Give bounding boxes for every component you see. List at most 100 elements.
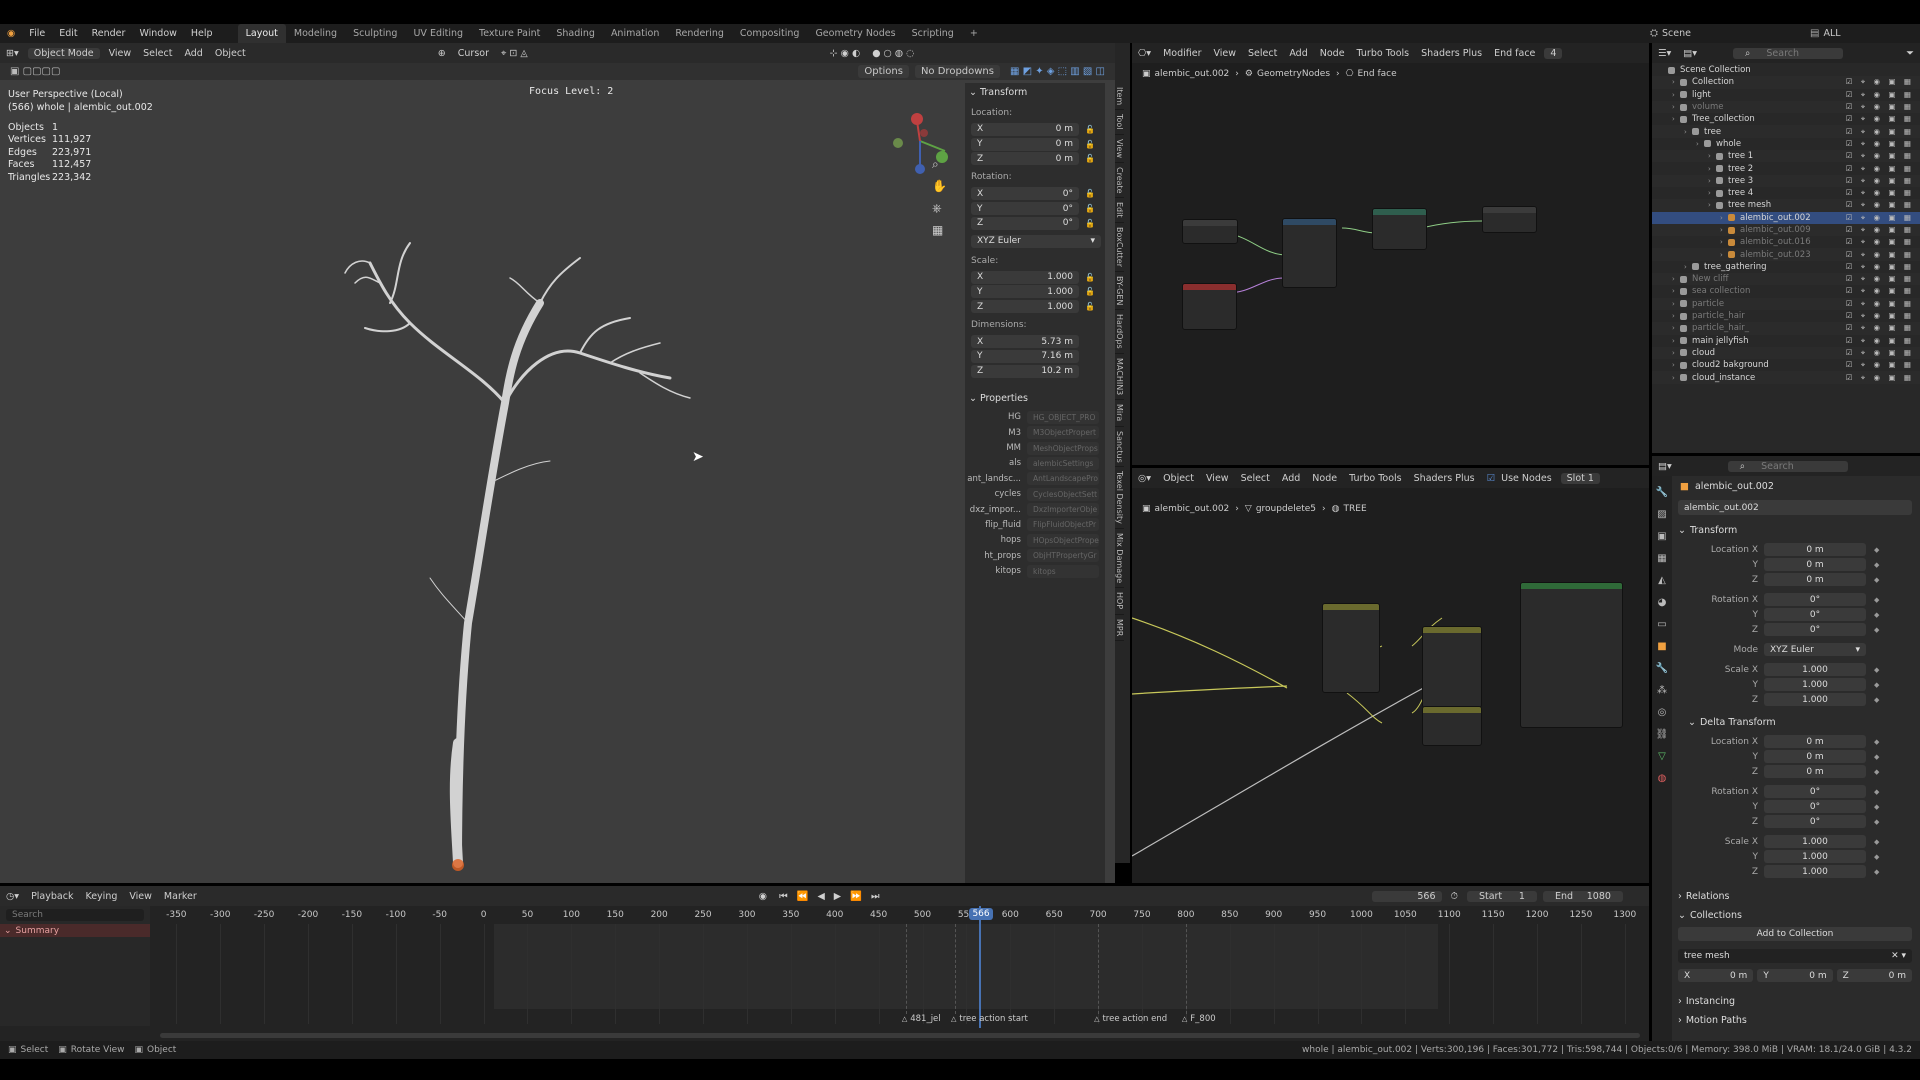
viewport-menu-object[interactable]: Object (209, 48, 252, 59)
outliner-type-icon[interactable]: ☰▾ (1652, 48, 1677, 59)
lock-icon[interactable]: 🔓 (1085, 287, 1095, 296)
n-dim-field-y[interactable]: Y 7.16 m (971, 349, 1079, 363)
p-dscl-field[interactable]: 1.000 (1764, 850, 1866, 863)
start-frame-field[interactable]: Start 1 (1466, 890, 1537, 902)
expand-icon[interactable]: › (1672, 361, 1680, 369)
particles-tab-icon[interactable]: ⁂ (1652, 680, 1672, 702)
transform-orientation[interactable]: Cursor (452, 48, 495, 59)
restriction-toggles[interactable]: ☑ ⌖ ◉ ▣ ▦ (1846, 114, 1914, 124)
keyframe-icon[interactable]: ◆ (1874, 666, 1879, 674)
keyframe-icon[interactable]: ◆ (1874, 818, 1879, 826)
n-loc-field-y[interactable]: Y0 m (971, 137, 1079, 151)
timeline-marker[interactable]: △ tree action start (951, 1014, 1028, 1024)
n-dim-field-z[interactable]: Z 10.2 m (971, 364, 1079, 378)
p-rot-field[interactable]: 0° (1764, 593, 1866, 606)
lock-icon[interactable]: 🔓 (1085, 273, 1095, 282)
timeline-menu-keying[interactable]: Keying (79, 891, 123, 902)
restriction-toggles[interactable]: ☑ ⌖ ◉ ▣ ▦ (1846, 151, 1914, 161)
restriction-toggles[interactable]: ☑ ⌖ ◉ ▣ ▦ (1846, 274, 1914, 284)
restriction-toggles[interactable]: ☑ ⌖ ◉ ▣ ▦ (1846, 102, 1914, 112)
expand-icon[interactable]: › (1720, 214, 1728, 222)
timeline-menu-playback[interactable]: Playback (25, 891, 79, 902)
keyframe-icon[interactable]: ◆ (1874, 596, 1879, 604)
workspace-tab-9[interactable]: Geometry Nodes (807, 24, 903, 43)
timeline-search[interactable]: Search (6, 909, 144, 921)
outliner-row[interactable]: › tree 4 ☑ ⌖ ◉ ▣ ▦ (1652, 186, 1920, 200)
restriction-toggles[interactable]: ☑ ⌖ ◉ ▣ ▦ (1846, 250, 1914, 260)
collection-tab-icon[interactable]: ▭ (1652, 614, 1672, 636)
n-tab-0[interactable]: Item (1115, 83, 1124, 111)
restriction-toggles[interactable]: ☑ ⌖ ◉ ▣ ▦ (1846, 336, 1914, 346)
outliner-row[interactable]: › whole ☑ ⌖ ◉ ▣ ▦ (1652, 137, 1920, 151)
preview-range-icon[interactable]: ⏱ (1445, 891, 1464, 902)
expand-icon[interactable]: › (1672, 312, 1680, 320)
expand-icon[interactable]: › (1708, 177, 1716, 185)
custom-prop-value[interactable]: DxzImporterObje (1027, 503, 1099, 517)
outliner-row[interactable]: › sea collection ☑ ⌖ ◉ ▣ ▦ (1652, 285, 1920, 298)
custom-prop-value[interactable]: alembicSettings (1027, 456, 1099, 470)
expand-icon[interactable]: › (1672, 374, 1680, 382)
lock-icon[interactable]: 🔓 (1085, 189, 1095, 198)
physics-tab-icon[interactable]: ◎ (1652, 702, 1672, 724)
p-drot-field[interactable]: 0° (1764, 815, 1866, 828)
add-to-collection-button[interactable]: Add to Collection (1678, 927, 1912, 941)
playback-controls[interactable]: ⏮ ⏪ ◀ ▶ ⏩ ⏭ (773, 891, 888, 902)
restriction-toggles[interactable]: ☑ ⌖ ◉ ▣ ▦ (1846, 77, 1914, 87)
snap-icon[interactable]: ⌖ ⊡ ◬ (495, 48, 534, 59)
props-search[interactable]: ⌕ Search (1727, 460, 1848, 472)
playhead[interactable] (979, 906, 982, 1028)
menu-render[interactable]: Render (85, 28, 133, 39)
custom-prop-value[interactable]: M3ObjectPropert (1027, 426, 1099, 440)
lock-icon[interactable]: 🔓 (1085, 302, 1095, 311)
restriction-toggles[interactable]: ☑ ⌖ ◉ ▣ ▦ (1846, 286, 1914, 296)
outliner-row[interactable]: › tree_gathering ☑ ⌖ ◉ ▣ ▦ (1652, 260, 1920, 274)
world-tab-icon[interactable]: ◕ (1652, 592, 1672, 614)
keyframe-icon[interactable]: ◆ (1874, 738, 1879, 746)
outliner-row[interactable]: › light ☑ ⌖ ◉ ▣ ▦ (1652, 88, 1920, 101)
timeline-marker[interactable]: △ F_800 (1182, 1014, 1216, 1024)
props-transform-header[interactable]: ⌄ Transform (1678, 525, 1920, 536)
rotation-mode-select[interactable]: XYZ Euler ▾ (971, 234, 1101, 248)
restriction-toggles[interactable]: ☑ ⌖ ◉ ▣ ▦ (1846, 225, 1914, 235)
material-tab-icon[interactable]: ◍ (1652, 768, 1672, 790)
restriction-toggles[interactable]: ☑ ⌖ ◉ ▣ ▦ (1846, 323, 1914, 333)
restriction-toggles[interactable]: ☑ ⌖ ◉ ▣ ▦ (1846, 360, 1914, 370)
expand-icon[interactable]: › (1672, 287, 1680, 295)
lock-icon[interactable]: 🔓 (1085, 125, 1095, 134)
p-drot-field[interactable]: 0° (1764, 785, 1866, 798)
restriction-toggles[interactable]: ☑ ⌖ ◉ ▣ ▦ (1846, 213, 1914, 223)
expand-icon[interactable]: › (1672, 300, 1680, 308)
menu-file[interactable]: File (22, 28, 52, 39)
timeline-type-icon[interactable]: ◷▾ (0, 891, 25, 902)
workspace-tab-1[interactable]: Modeling (286, 24, 345, 43)
custom-prop-value[interactable]: HG_OBJECT_PRO (1027, 410, 1099, 424)
relations-header[interactable]: › Relations (1678, 891, 1920, 902)
workspace-add-button[interactable]: + (962, 24, 986, 43)
keyframe-icon[interactable]: ◆ (1874, 696, 1879, 704)
gn-node-named-attribute[interactable] (1182, 283, 1237, 330)
custom-prop-value[interactable]: MeshObjectProps (1027, 441, 1099, 455)
collection-offset-y[interactable]: Y0 m (1757, 969, 1833, 982)
outliner-row[interactable]: › particle_hair_ ☑ ⌖ ◉ ▣ ▦ (1652, 322, 1920, 335)
n-loc-field-z[interactable]: Z0 m (971, 152, 1079, 166)
viewport-menu-select[interactable]: Select (137, 48, 178, 59)
gn-node-group-output[interactable] (1482, 206, 1537, 233)
restriction-toggles[interactable]: ☑ ⌖ ◉ ▣ ▦ (1846, 127, 1914, 137)
p-loc-field[interactable]: 0 m (1764, 543, 1866, 556)
end-frame-field[interactable]: End 1080 (1542, 890, 1623, 902)
editor-type-icon[interactable]: ⊞▾ (0, 48, 25, 59)
workspace-tab-8[interactable]: Compositing (732, 24, 808, 43)
keyframe-icon[interactable]: ◆ (1874, 868, 1879, 876)
outliner-row[interactable]: › particle_hair ☑ ⌖ ◉ ▣ ▦ (1652, 309, 1920, 323)
expand-icon[interactable]: › (1672, 115, 1680, 123)
p-dloc-field[interactable]: 0 m (1764, 750, 1866, 763)
n-tab-2[interactable]: View (1115, 135, 1124, 163)
sh-node-hue-saturation[interactable] (1422, 626, 1482, 708)
n-scl-field-y[interactable]: Y 1.000 (971, 285, 1079, 299)
workspace-tab-0[interactable]: Layout (237, 24, 286, 43)
keyframe-icon[interactable]: ◆ (1874, 626, 1879, 634)
p-dscl-field[interactable]: 1.000 (1764, 835, 1866, 848)
keyframe-icon[interactable]: ◆ (1874, 838, 1879, 846)
custom-prop-value[interactable]: kitops (1027, 564, 1099, 578)
n-loc-field-x[interactable]: X0 m (971, 122, 1079, 136)
